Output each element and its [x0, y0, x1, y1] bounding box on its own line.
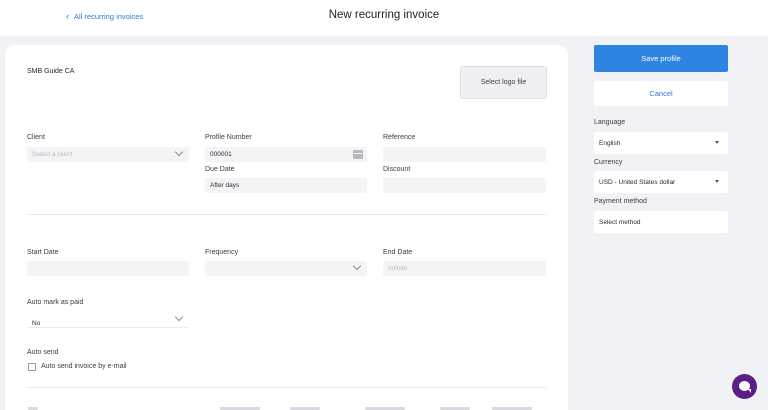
currency-select[interactable]: USD - United States dollar	[594, 171, 728, 193]
top-bar: ‹ All recurring invoices New recurring in…	[0, 0, 768, 36]
end-date-input[interactable]: Infinite	[383, 261, 546, 276]
client-select[interactable]: Select a client	[27, 147, 189, 162]
section-divider	[27, 214, 547, 215]
currency-label: Currency	[594, 159, 623, 166]
profile-number-input[interactable]: 000001	[205, 147, 367, 162]
language-value: English	[599, 139, 621, 147]
chevron-down-icon	[174, 312, 184, 322]
start-date-input[interactable]	[27, 261, 189, 276]
chevron-down-icon	[352, 261, 362, 271]
auto-send-label: Auto send	[27, 349, 59, 356]
auto-mark-paid-select[interactable]: No	[27, 312, 189, 328]
auto-send-checkbox[interactable]	[28, 363, 36, 371]
company-name: SMB Guide CA	[27, 68, 75, 75]
payment-method-label: Payment method	[594, 198, 647, 205]
reference-input[interactable]	[383, 147, 546, 162]
page-title: New recurring invoice	[328, 9, 440, 21]
reference-label: Reference	[383, 134, 416, 141]
end-date-label: End Date	[383, 249, 413, 256]
auto-mark-paid-label: Auto mark as paid	[27, 299, 84, 306]
chat-button[interactable]	[732, 374, 757, 399]
auto-mark-paid-value: No	[32, 319, 41, 327]
start-date-label: Start Date	[27, 249, 59, 256]
auto-send-checkbox-label: Auto send invoice by e-mail	[41, 363, 127, 370]
payment-method-select[interactable]: Select method	[594, 211, 728, 233]
due-date-input[interactable]: After days	[205, 178, 367, 193]
currency-value: USD - United States dollar	[599, 178, 676, 186]
frequency-select[interactable]	[205, 261, 367, 276]
caret-down-icon	[715, 141, 719, 144]
cancel-button[interactable]: Cancel	[594, 81, 728, 106]
profile-number-value: 000001	[210, 151, 232, 158]
payment-method-value: Select method	[599, 218, 641, 226]
client-placeholder: Select a client	[32, 151, 73, 158]
profile-number-label: Profile Number	[205, 134, 252, 141]
section-divider	[27, 387, 547, 388]
discount-input[interactable]	[383, 178, 546, 193]
chevron-down-icon	[174, 147, 184, 157]
language-select[interactable]: English	[594, 132, 728, 154]
invoice-form-card: SMB Guide CA Select logo file Client Sel…	[5, 45, 568, 410]
discount-label: Discount	[383, 166, 411, 173]
client-label: Client	[27, 134, 45, 141]
select-logo-button[interactable]: Select logo file	[460, 66, 547, 99]
save-profile-button[interactable]: Save profile	[594, 45, 728, 72]
language-label: Language	[594, 119, 626, 126]
chat-icon	[739, 381, 751, 393]
calendar-icon[interactable]	[353, 150, 363, 159]
frequency-label: Frequency	[205, 249, 239, 256]
caret-down-icon	[715, 180, 719, 183]
due-date-label: Due Date	[205, 166, 235, 173]
end-date-placeholder: Infinite	[388, 265, 408, 272]
